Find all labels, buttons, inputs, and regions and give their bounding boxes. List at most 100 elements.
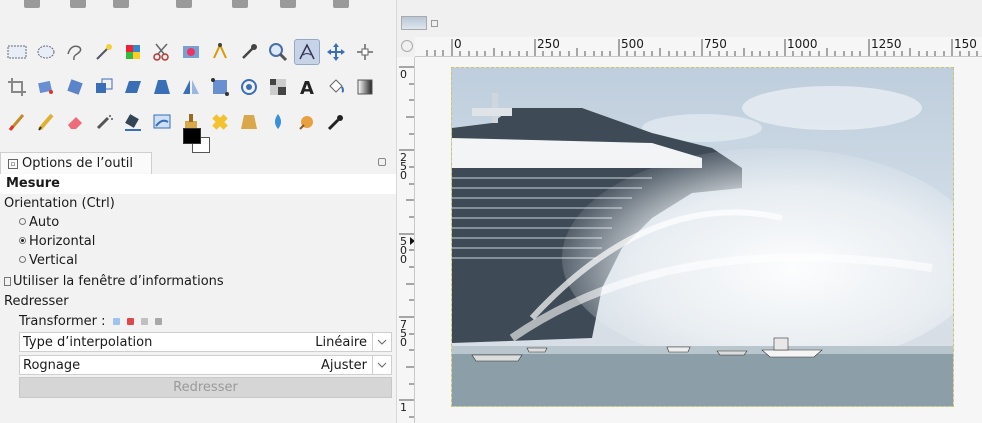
info-window-label: Utiliser la fenêtre d’informations <box>13 274 224 289</box>
toolbox: A <box>4 34 381 139</box>
ruler-label: 150 <box>954 37 977 51</box>
warp-tool-icon[interactable] <box>236 74 262 100</box>
airbrush-tool-icon[interactable] <box>91 109 117 135</box>
photo-cruise-ship-water-salute[interactable] <box>451 67 954 407</box>
chevron-down-icon[interactable] <box>372 333 391 351</box>
gradient-tool-icon[interactable] <box>352 74 378 100</box>
photo-content <box>452 86 953 406</box>
transform-label: Transformer : <box>19 314 106 329</box>
orientation-option-label: Horizontal <box>29 234 96 249</box>
pencil-tool-icon[interactable] <box>33 109 59 135</box>
color-picker-tool-icon[interactable] <box>236 39 262 65</box>
gimp-window: A ▫ Options de l’outil Mesure Orientatio… <box>0 0 982 423</box>
align-tool-icon[interactable] <box>352 39 378 65</box>
vertical-ruler: 0 250 500 750 1 <box>397 57 415 423</box>
measure-tool-icon[interactable] <box>294 38 320 65</box>
dock-top-strip <box>0 0 396 14</box>
orientation-option-horizontal[interactable]: Horizontal <box>19 234 95 249</box>
ruler-label: 500 <box>621 37 644 51</box>
unified-transform-tool-icon[interactable] <box>33 74 59 100</box>
dodge-burn-tool-icon[interactable] <box>294 109 320 135</box>
blur-sharpen-tool-icon[interactable] <box>323 109 349 135</box>
ruler-label: 250 <box>537 37 560 51</box>
tab-menu-icon[interactable] <box>378 158 386 166</box>
tool-options-tabbar: ▫ Options de l’outil <box>0 152 396 174</box>
horizontal-ruler: 0 250 500 750 1000 1250 150 <box>415 37 982 57</box>
perspective-clone-tool-icon[interactable] <box>236 109 262 135</box>
fg-bg-color-swatch[interactable] <box>183 128 213 154</box>
bucket-fill-tool-icon[interactable] <box>323 74 349 100</box>
handle-transform-tool-icon[interactable] <box>265 74 291 100</box>
ellipse-select-tool-icon[interactable] <box>33 39 59 65</box>
orientation-option-vertical[interactable]: Vertical <box>19 253 78 268</box>
transform-selection-icon[interactable] <box>126 318 134 325</box>
ruler-label: 750 <box>704 37 727 51</box>
straighten-button[interactable]: Redresser <box>19 377 392 398</box>
image-window: 0 250 500 750 1000 1250 150 0 250 500 75… <box>396 0 982 423</box>
scissors-select-tool-icon[interactable] <box>149 39 175 65</box>
orientation-label: Orientation (Ctrl) <box>4 196 115 211</box>
tool-title: Mesure <box>0 174 396 194</box>
transform-row: Transformer : <box>19 314 163 329</box>
eraser-tool-icon[interactable] <box>62 109 88 135</box>
ruler-label: 750 <box>400 318 407 349</box>
rotate-tool-icon[interactable] <box>62 74 88 100</box>
image-tab-thumbnail[interactable] <box>401 16 427 30</box>
fuzzy-select-tool-icon[interactable] <box>91 39 117 65</box>
left-dock: A ▫ Options de l’outil Mesure Orientatio… <box>0 0 396 423</box>
ruler-label: 250 <box>400 151 407 182</box>
zoom-tool-icon[interactable] <box>265 39 291 65</box>
shear-tool-icon[interactable] <box>120 74 146 100</box>
tool-options-panel: Mesure Orientation (Ctrl) Auto Horizonta… <box>0 174 396 423</box>
color-select-tool-icon[interactable] <box>120 39 146 65</box>
svg-text:A: A <box>300 78 314 97</box>
image-canvas[interactable] <box>415 57 982 423</box>
tab-tool-options[interactable]: ▫ Options de l’outil <box>0 152 152 174</box>
flip-tool-icon[interactable] <box>178 74 204 100</box>
quick-mask-icon[interactable] <box>401 40 413 52</box>
straighten-section-label: Redresser <box>4 294 69 309</box>
radio-selected-icon <box>19 237 26 244</box>
checkbox-icon <box>4 277 11 286</box>
move-tool-icon[interactable] <box>323 39 349 65</box>
rect-select-tool-icon[interactable] <box>4 39 30 65</box>
transform-layer-icon[interactable] <box>112 318 120 325</box>
foreground-color[interactable] <box>183 128 201 144</box>
crop-tool-icon[interactable] <box>4 74 30 100</box>
orientation-option-label: Vertical <box>29 253 78 268</box>
interpolation-value: Linéaire <box>315 335 367 350</box>
cage-tool-icon[interactable] <box>207 74 233 100</box>
ruler-label: 0 <box>400 68 407 81</box>
paintbrush-tool-icon[interactable] <box>4 109 30 135</box>
foreground-select-tool-icon[interactable] <box>178 39 204 65</box>
ruler-label: 500 <box>400 235 407 266</box>
paths-tool-icon[interactable] <box>207 39 233 65</box>
chevron-down-icon[interactable] <box>372 356 391 374</box>
mypaint-brush-tool-icon[interactable] <box>149 109 175 135</box>
interpolation-label: Type d’interpolation <box>23 335 153 350</box>
clipping-value: Ajuster <box>321 358 367 373</box>
transform-image-icon[interactable] <box>155 318 163 325</box>
interpolation-select[interactable]: Type d’interpolation Linéaire <box>19 332 392 352</box>
text-tool-icon[interactable]: A <box>294 74 320 100</box>
ink-tool-icon[interactable] <box>120 109 146 135</box>
orientation-option-auto[interactable]: Auto <box>19 215 59 230</box>
scale-tool-icon[interactable] <box>91 74 117 100</box>
orientation-option-label: Auto <box>29 215 60 230</box>
smudge-tool-icon[interactable] <box>265 109 291 135</box>
ruler-label: 0 <box>454 37 462 51</box>
toolbox-row <box>4 34 381 69</box>
close-icon[interactable] <box>431 20 438 27</box>
info-window-checkbox[interactable]: Utiliser la fenêtre d’informations <box>4 274 224 289</box>
clipping-select[interactable]: Rognage Ajuster <box>19 355 392 375</box>
ruler-label: 1000 <box>787 37 818 51</box>
transform-path-icon[interactable] <box>140 318 148 325</box>
radio-icon <box>19 218 26 225</box>
free-select-tool-icon[interactable] <box>62 39 88 65</box>
radio-icon <box>19 256 26 263</box>
perspective-tool-icon[interactable] <box>149 74 175 100</box>
ruler-label: 1 <box>400 401 407 414</box>
tool-options-tab-icon: ▫ <box>8 158 18 169</box>
toolbox-row: A <box>4 69 381 104</box>
tool-options-tab-label: Options de l’outil <box>22 156 133 171</box>
